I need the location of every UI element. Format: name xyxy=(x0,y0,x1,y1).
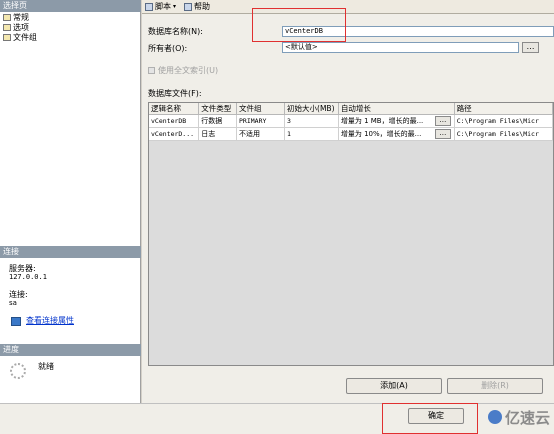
add-button[interactable]: 添加(A) xyxy=(346,378,442,394)
connection-value: sa xyxy=(9,299,17,307)
remove-button[interactable]: 删除(R) xyxy=(447,378,543,394)
autogrowth-cell[interactable]: 增量为 10%，增长的最... … xyxy=(338,127,455,141)
path-cell[interactable]: C:\Program Files\Micr xyxy=(454,127,554,141)
page-item-general[interactable]: 常规 xyxy=(3,13,29,22)
file-type-cell[interactable]: 行数据 xyxy=(198,114,237,128)
owner-browse-button[interactable]: … xyxy=(522,42,539,53)
column-header[interactable]: 自动增长 xyxy=(338,103,455,115)
table-row[interactable]: vCenterDB 行数据 PRIMARY 3 增量为 1 MB，增长的最...… xyxy=(149,114,554,128)
script-label: 脚本 xyxy=(155,2,171,11)
progress-spinner-icon xyxy=(10,363,26,379)
help-button[interactable]: 帮助 xyxy=(184,2,210,12)
page-item-label: 选项 xyxy=(13,23,29,32)
watermark-logo-icon xyxy=(488,410,502,424)
path-cell[interactable]: C:\Program Files\Micr xyxy=(454,114,554,128)
table-header-row: 逻辑名称 文件类型 文件组 初始大小(MB) 自动增长 路径 xyxy=(149,103,554,115)
initial-size-cell[interactable]: 3 xyxy=(284,114,339,128)
filegroup-cell[interactable]: 不适用 xyxy=(236,127,286,141)
autogrowth-edit-button[interactable]: … xyxy=(434,116,451,126)
logical-name-cell[interactable]: vCenterD... xyxy=(149,127,200,141)
autogrowth-text: 增量为 1 MB，增长的最... xyxy=(340,117,424,125)
autogrowth-cell[interactable]: 增量为 1 MB，增长的最... … xyxy=(338,114,455,128)
file-type-cell[interactable]: 日志 xyxy=(198,127,237,141)
column-header[interactable]: 路径 xyxy=(454,103,554,115)
page-item-label: 常规 xyxy=(13,13,29,22)
fulltext-label: 使用全文索引(U) xyxy=(158,66,219,75)
server-value: 127.0.0.1 xyxy=(9,273,47,281)
connection-header: 连接 xyxy=(0,246,141,258)
select-page-header: 选择页 xyxy=(0,0,141,12)
view-connection-properties-link[interactable]: 查看连接属性 xyxy=(26,316,74,326)
owner-input[interactable]: <默认值> xyxy=(282,42,519,53)
page-item-label: 文件组 xyxy=(13,33,37,42)
page-item-options[interactable]: 选项 xyxy=(3,23,29,32)
page-icon xyxy=(3,34,11,41)
toolbar: 脚本 ▾ 帮助 xyxy=(142,0,554,14)
db-files-label: 数据库文件(F): xyxy=(148,89,202,98)
page-icon xyxy=(3,14,11,21)
owner-label: 所有者(O): xyxy=(148,44,188,53)
logical-name-cell[interactable]: vCenterDB xyxy=(149,114,200,128)
page-item-filegroups[interactable]: 文件组 xyxy=(3,33,37,42)
db-name-label: 数据库名称(N): xyxy=(148,27,203,36)
highlight-box-db-name xyxy=(252,8,346,42)
table-row[interactable]: vCenterD... 日志 不适用 1 增量为 10%，增长的最... … C:… xyxy=(149,127,554,141)
dropdown-arrow-icon: ▾ xyxy=(173,3,177,10)
fulltext-checkbox[interactable] xyxy=(148,67,155,74)
left-panel: 选择页 常规 选项 文件组 连接 服务器: 127.0.0.1 连接: sa 查… xyxy=(0,0,141,403)
help-label: 帮助 xyxy=(194,2,210,11)
progress-header: 进度 xyxy=(0,344,141,356)
filegroup-cell[interactable]: PRIMARY xyxy=(236,114,286,128)
files-table: 逻辑名称 文件类型 文件组 初始大小(MB) 自动增长 路径 vCenterDB… xyxy=(149,103,554,141)
progress-status: 就绪 xyxy=(38,362,54,371)
initial-size-cell[interactable]: 1 xyxy=(284,127,339,141)
script-button[interactable]: 脚本 ▾ xyxy=(145,2,176,12)
column-header[interactable]: 逻辑名称 xyxy=(149,103,200,115)
database-files-grid: 逻辑名称 文件类型 文件组 初始大小(MB) 自动增长 路径 vCenterDB… xyxy=(148,102,554,366)
script-icon xyxy=(145,3,153,11)
help-icon xyxy=(184,3,192,11)
highlight-box-ok xyxy=(382,403,478,434)
autogrowth-text: 增量为 10%，增长的最... xyxy=(340,130,422,138)
connection-properties-icon xyxy=(11,317,21,326)
column-header[interactable]: 文件组 xyxy=(236,103,286,115)
watermark: 亿速云 xyxy=(505,409,551,427)
autogrowth-edit-button[interactable]: … xyxy=(434,129,451,139)
column-header[interactable]: 文件类型 xyxy=(198,103,237,115)
column-header[interactable]: 初始大小(MB) xyxy=(284,103,339,115)
page-icon xyxy=(3,24,11,31)
